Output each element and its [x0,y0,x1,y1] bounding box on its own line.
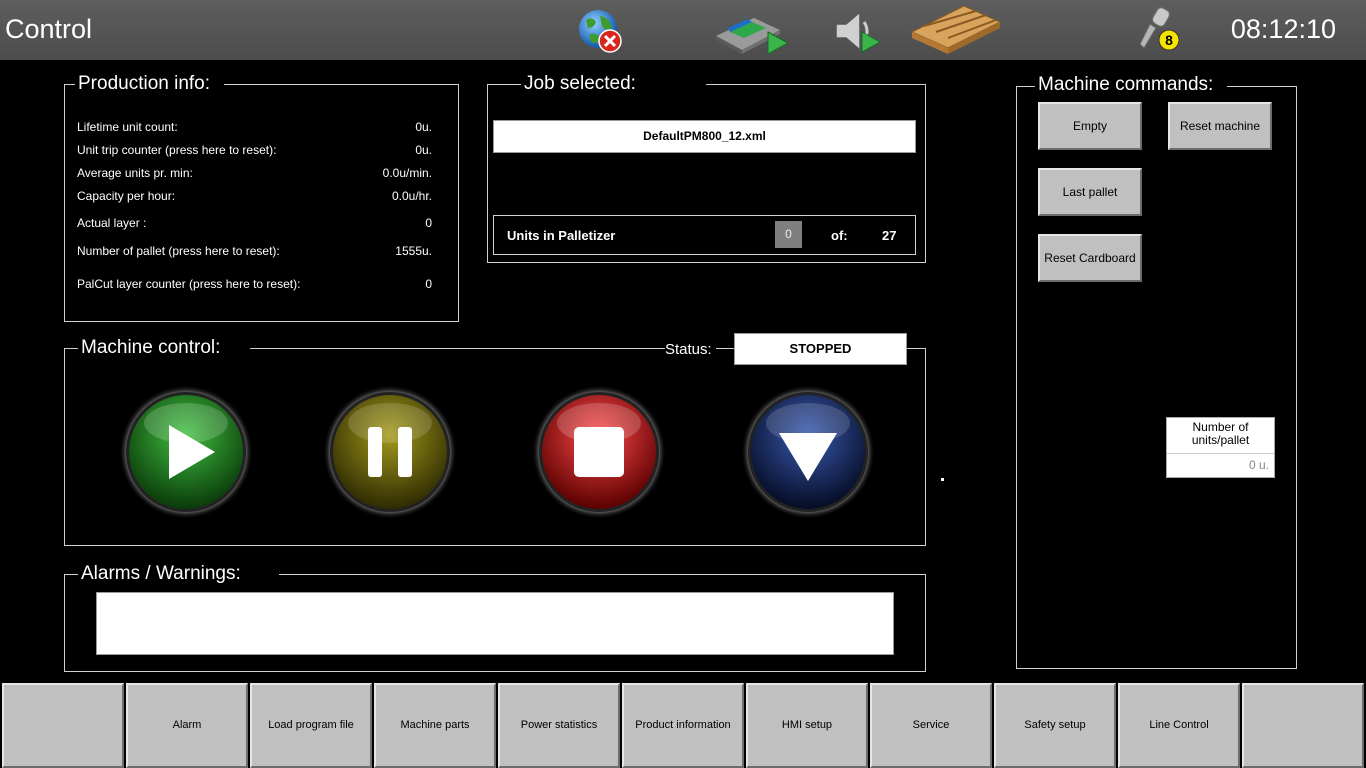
status-value: STOPPED [734,333,907,365]
nav-button-line-control[interactable]: Line Control [1118,683,1240,768]
start-button[interactable] [119,385,253,519]
nav-button-power-statistics[interactable]: Power statistics [498,683,620,768]
units-per-pallet-value[interactable]: 0 u. [1249,458,1269,472]
down-button[interactable] [741,385,875,519]
nav-button-service[interactable]: Service [870,683,992,768]
clock: 08:12:10 [1230,14,1336,44]
key-icon[interactable]: 8 [1136,6,1184,54]
lifetime-unit-count-row: Lifetime unit count: 0u. [77,120,432,134]
reset-machine-button[interactable]: Reset machine [1168,102,1272,150]
info-value: 0 [425,277,432,291]
info-label: Lifetime unit count: [77,120,178,134]
key-level-text: 8 [1165,32,1173,48]
unit-trip-counter-row[interactable]: Unit trip counter (press here to reset):… [77,143,432,157]
info-label[interactable]: PalCut layer counter (press here to rese… [77,277,300,291]
speaker-play-icon[interactable] [832,8,882,54]
stop-button[interactable] [532,385,666,519]
last-pallet-button[interactable]: Last pallet [1038,168,1142,216]
bottom-nav: Alarm Load program file Machine parts Po… [0,682,1366,768]
info-label[interactable]: Number of pallet (press here to reset): [77,244,280,258]
units-per-pallet-label: Number of units/pallet [1191,420,1250,447]
palcut-layer-counter-row[interactable]: PalCut layer counter (press here to rese… [77,277,432,291]
conveyor-run-icon[interactable] [714,10,790,55]
info-value: 1555u. [395,244,432,258]
divider [1167,453,1274,454]
nav-button-load-program-file[interactable]: Load program file [250,683,372,768]
production-info-title: Production info: [75,73,225,95]
info-value: 0u. [415,143,432,157]
units-of-label: of: [831,228,848,243]
alarms-text-field [96,592,894,655]
info-label: Actual layer : [77,216,147,230]
nav-button-machine-parts[interactable]: Machine parts [374,683,496,768]
actual-layer-row: Actual layer : 0 [77,216,432,230]
pause-button[interactable] [323,385,457,519]
nav-button-blank-right[interactable] [1242,683,1364,768]
average-units-row: Average units pr. min: 0.0u/min. [77,166,432,180]
alarms-title: Alarms / Warnings: [78,563,279,585]
page-title: Control [5,14,93,44]
globe-offline-icon[interactable] [576,8,624,54]
pallet-icon[interactable] [910,2,1002,56]
nav-button-blank-left[interactable] [2,683,124,768]
units-total-value: 27 [882,228,897,243]
number-of-pallet-row[interactable]: Number of pallet (press here to reset): … [77,244,432,258]
indicator-dot [941,478,944,481]
info-label: Average units pr. min: [77,166,193,180]
capacity-per-hour-row: Capacity per hour: 0.0u/hr. [77,189,432,203]
units-in-palletizer-box: Units in Palletizer 0 of: 27 [493,215,916,255]
machine-control-panel: Machine control: [64,337,926,546]
info-label[interactable]: Unit trip counter (press here to reset): [77,143,276,157]
nav-button-product-information[interactable]: Product information [622,683,744,768]
status-label: Status: [665,341,716,358]
reset-cardboard-button[interactable]: Reset Cardboard [1038,234,1142,282]
job-selected-title: Job selected: [521,73,706,95]
info-value: 0.0u/min. [382,166,432,180]
empty-button[interactable]: Empty [1038,102,1142,150]
nav-button-hmi-setup[interactable]: HMI setup [746,683,868,768]
alarms-panel: Alarms / Warnings: [64,563,926,672]
units-in-palletizer-label: Units in Palletizer [507,228,616,243]
nav-button-safety-setup[interactable]: Safety setup [994,683,1116,768]
info-value: 0u. [415,120,432,134]
units-count-field[interactable]: 0 [775,221,802,248]
units-per-pallet-box[interactable]: Number of units/pallet 0 u. [1166,417,1275,478]
top-bar: Control 8 08:12:10 [0,0,1366,60]
machine-control-title: Machine control: [78,337,251,359]
info-value: 0.0u/hr. [391,189,432,203]
job-selected-panel: Job selected: DefaultPM800_12.xml Units … [487,73,926,263]
nav-button-alarm[interactable]: Alarm [126,683,248,768]
info-label: Capacity per hour: [77,189,176,203]
job-file-field[interactable]: DefaultPM800_12.xml [493,120,916,153]
production-info-panel: Production info: Lifetime unit count: 0u… [64,73,459,322]
machine-commands-title: Machine commands: [1035,74,1228,96]
info-value: 0 [425,216,432,230]
